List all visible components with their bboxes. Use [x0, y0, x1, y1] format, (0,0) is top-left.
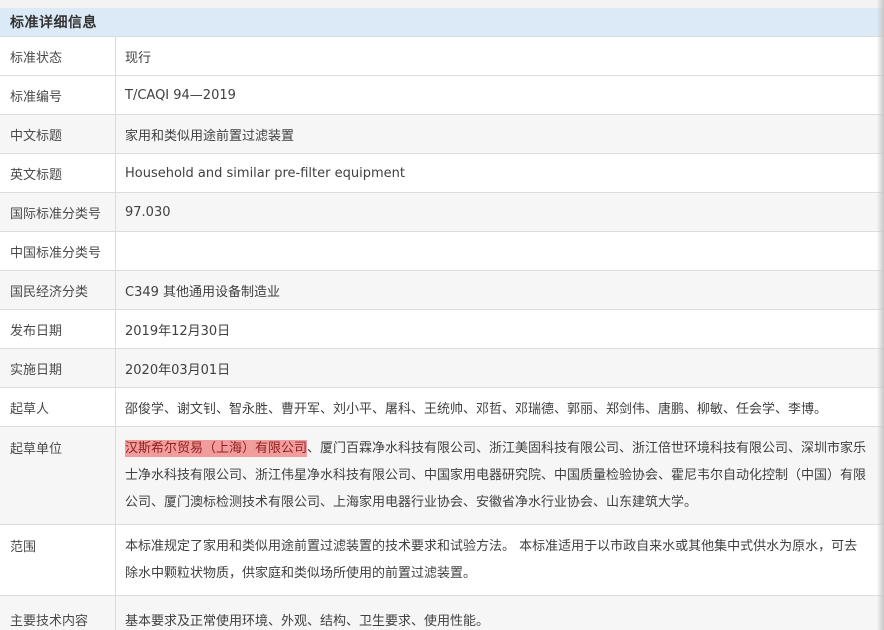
table-row-drafting-organizations: 起草单位 汉斯希尔贸易（上海）有限公司、厦门百霖净水科技有限公司、浙江美固科技有…: [0, 426, 884, 524]
standard-detail-panel: 标准详细信息 标准状态 现行 标准编号 T/CAQI 94—2019 中文标题 …: [0, 8, 884, 630]
table-row-scope: 范围 本标准规定了家用和类似用途前置过滤装置的技术要求和试验方法。 本标准适用于…: [0, 524, 884, 595]
row-value: 家用和类似用途前置过滤装置: [115, 115, 884, 153]
row-value: 现行: [115, 37, 884, 75]
standard-detail-table: 标准状态 现行 标准编号 T/CAQI 94—2019 中文标题 家用和类似用途…: [0, 36, 884, 630]
row-label: 起草单位: [0, 427, 115, 524]
row-value: 本标准规定了家用和类似用途前置过滤装置的技术要求和试验方法。 本标准适用于以市政…: [115, 525, 884, 595]
row-label: 中文标题: [0, 115, 115, 153]
page-top-strip: [0, 0, 884, 8]
row-value: 基本要求及正常使用环境、外观、结构、卫生要求、使用性能。: [115, 596, 884, 630]
scope-text: 本标准规定了家用和类似用途前置过滤装置的技术要求和试验方法。 本标准适用于以市政…: [125, 533, 870, 587]
table-row-english-title: 英文标题 Household and similar pre-filter eq…: [0, 153, 884, 192]
row-label: 标准编号: [0, 76, 115, 114]
table-row-standard-status: 标准状态 现行: [0, 36, 884, 75]
table-row-implement-date: 实施日期 2020年03月01日: [0, 348, 884, 387]
table-row-economy-class: 国民经济分类 C349 其他通用设备制造业: [0, 270, 884, 309]
row-label: 标准状态: [0, 37, 115, 75]
row-value: 97.030: [115, 193, 884, 231]
row-label: 国际标准分类号: [0, 193, 115, 231]
table-row-publish-date: 发布日期 2019年12月30日: [0, 309, 884, 348]
row-label: 国民经济分类: [0, 271, 115, 309]
highlighted-company: 汉斯希尔贸易（上海）有限公司: [125, 440, 307, 457]
table-row-standard-number: 标准编号 T/CAQI 94—2019: [0, 75, 884, 114]
table-row-main-technical-content: 主要技术内容 基本要求及正常使用环境、外观、结构、卫生要求、使用性能。: [0, 595, 884, 630]
row-value: Household and similar pre-filter equipme…: [115, 154, 884, 192]
row-label: 发布日期: [0, 310, 115, 348]
row-value: T/CAQI 94—2019: [115, 76, 884, 114]
row-value: 2019年12月30日: [115, 310, 884, 348]
table-row-ccs-number: 中国标准分类号: [0, 231, 884, 270]
drafting-organizations-text: 汉斯希尔贸易（上海）有限公司、厦门百霖净水科技有限公司、浙江美固科技有限公司、浙…: [125, 435, 870, 516]
row-value: 汉斯希尔贸易（上海）有限公司、厦门百霖净水科技有限公司、浙江美固科技有限公司、浙…: [115, 427, 884, 524]
row-value: 邵俊学、谢文钊、智永胜、曹开军、刘小平、屠科、王统帅、邓哲、邓瑞德、郭丽、郑剑伟…: [115, 388, 884, 426]
table-row-drafters: 起草人 邵俊学、谢文钊、智永胜、曹开军、刘小平、屠科、王统帅、邓哲、邓瑞德、郭丽…: [0, 387, 884, 426]
row-value: 2020年03月01日: [115, 349, 884, 387]
row-label: 范围: [0, 525, 115, 595]
row-label: 起草人: [0, 388, 115, 426]
table-row-ics-number: 国际标准分类号 97.030: [0, 192, 884, 231]
row-label: 中国标准分类号: [0, 232, 115, 270]
panel-title: 标准详细信息: [0, 8, 884, 36]
row-label: 实施日期: [0, 349, 115, 387]
table-row-chinese-title: 中文标题 家用和类似用途前置过滤装置: [0, 114, 884, 153]
row-value: [115, 232, 884, 270]
row-label: 主要技术内容: [0, 596, 115, 630]
row-value: C349 其他通用设备制造业: [115, 271, 884, 309]
row-label: 英文标题: [0, 154, 115, 192]
